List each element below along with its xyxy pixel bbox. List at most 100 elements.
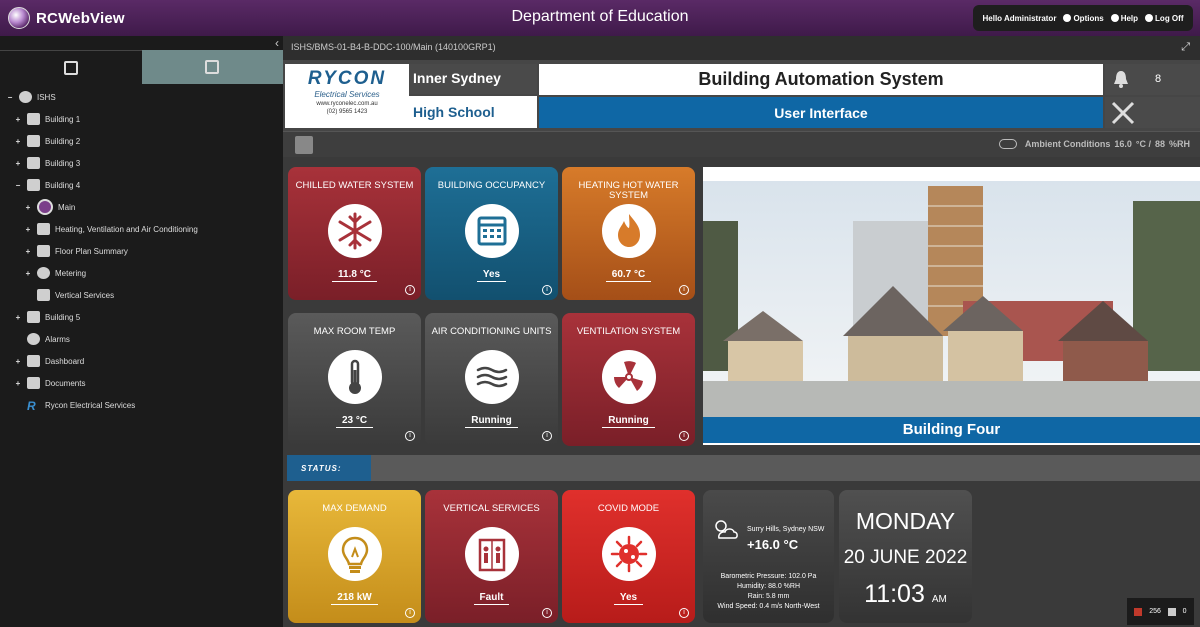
building-icon [27,179,40,191]
tile-value: 218 kW [331,592,378,605]
meter-icon [37,267,50,279]
tile-covid-mode[interactable]: COVID MODE Yes i [562,490,695,623]
weather-wind: Wind Speed: 0.4 m/s North-West [717,603,820,610]
elevator-icon [465,527,519,581]
tree-item-dashboard[interactable]: + Dashboard [14,352,84,370]
calendar-icon [465,204,519,258]
expand-icon[interactable]: + [14,159,22,168]
calendar-clock-icon[interactable] [295,136,313,154]
weather-rain: Rain: 5.8 mm [747,593,790,600]
alarm-flag-icon [1134,607,1143,616]
tile-chilled-water[interactable]: CHILLED WATER SYSTEM 11.8 °C i [288,167,421,300]
expand-icon[interactable]: + [24,203,32,212]
hvac-icon [37,223,50,235]
virus-icon [602,527,656,581]
building-icon [27,135,40,147]
tile-heating-hot-water[interactable]: HEATING HOT WATER SYSTEM 60.7 °C i [562,167,695,300]
tile-vertical-services[interactable]: VERTICAL SERVICES Fault i [425,490,558,623]
building-icon [27,157,40,169]
fullscreen-icon[interactable]: ⤢ [1181,41,1190,54]
tree-item-building-5[interactable]: + Building 5 [14,308,80,326]
info-icon[interactable]: i [542,431,552,441]
fan-icon [602,350,656,404]
ambient-bar: Ambient Conditions 16.0 °C / 88 %RH [283,131,1200,157]
expand-icon[interactable]: + [24,269,32,278]
collapse-icon[interactable]: − [6,93,14,102]
tree-item-vertical-services[interactable]: Vertical Services [24,286,114,304]
tree-item-building-3[interactable]: + Building 3 [14,154,80,172]
tree-item-main[interactable]: + Main [24,198,75,216]
globe-node-icon [19,91,32,103]
tree-item-hvac[interactable]: + Heating, Ventilation and Air Conditioni… [24,220,198,238]
tree-item-rycon[interactable]: R Rycon Electrical Services [14,396,135,414]
weekday: MONDAY [855,508,956,534]
dashboard-icon [27,355,40,367]
tree-root-ishs[interactable]: − ISHS [6,88,56,106]
info-icon[interactable]: i [542,285,552,295]
tile-ventilation[interactable]: VENTILATION SYSTEM Running i [562,313,695,446]
tree-item-building-1[interactable]: + Building 1 [14,110,80,128]
info-icon[interactable]: i [679,608,689,618]
info-icon[interactable]: i [405,285,415,295]
weather-widget: Surry Hills, Sydney NSW +16.0 °C Baromet… [703,490,834,623]
info-icon[interactable]: i [679,431,689,441]
tab-search[interactable] [0,50,142,84]
expand-icon[interactable]: + [14,313,22,322]
weather-pressure: Barometric Pressure: 102.0 Pa [720,573,817,580]
tools-button[interactable] [1105,97,1200,128]
expand-icon[interactable]: + [14,137,22,146]
date: 20 JUNE 2022 [843,547,968,568]
user-greeting: Hello Administrator [982,13,1057,23]
expand-icon[interactable]: + [14,357,22,366]
tree-item-building-2[interactable]: + Building 2 [14,132,80,150]
help-icon [1110,13,1119,22]
elevator-node-icon [37,289,50,301]
tile-air-conditioning[interactable]: AIR CONDITIONING UNITS Running i [425,313,558,446]
expand-icon[interactable]: + [24,225,32,234]
expand-icon[interactable]: + [14,115,22,124]
building-icon [27,113,40,125]
tile-value: Running [465,415,518,428]
tree-item-metering[interactable]: + Metering [24,264,86,282]
session-counter: 256 0 [1127,598,1194,625]
status-bar: STATUS: [287,455,1200,481]
header-band: RYCON Electrical Services www.ryconelec.… [283,60,1200,131]
thermometer-icon [328,350,382,404]
flame-icon [602,204,656,258]
expand-icon[interactable]: + [24,247,32,256]
tile-value: 11.8 °C [332,269,377,282]
user-count-icon [1167,607,1176,616]
site-name-line-1: Inner Sydney [409,64,537,94]
building-photo [703,181,1200,417]
logoff-link[interactable]: Log Off [1145,13,1183,23]
tile-value: 60.7 °C [605,269,652,282]
site-name-line-2: High School [409,96,537,128]
top-bar: RCWebView Department of Education Hello … [0,0,1200,36]
snowflake-icon [328,204,382,258]
info-icon[interactable]: i [679,285,689,295]
tree-item-building-4[interactable]: − Building 4 [14,176,80,194]
airflow-icon [465,350,519,404]
tree-item-documents[interactable]: + Documents [14,374,85,392]
tile-building-occupancy[interactable]: BUILDING OCCUPANCY Yes i [425,167,558,300]
info-icon[interactable]: i [405,608,415,618]
collapse-icon[interactable]: − [14,181,22,190]
tile-value: Yes [613,592,644,605]
breadcrumb: ISHS/BMS-01-B4-B-DDC-100/Main (140100GRP… [283,36,1200,60]
tab-tree[interactable] [141,50,283,84]
tile-max-demand[interactable]: MAX DEMAND 218 kW i [288,490,421,623]
info-icon[interactable]: i [542,608,552,618]
alarm-indicator[interactable]: 8 [1105,64,1200,95]
tree-item-alarms[interactable]: Alarms [14,330,70,348]
info-icon[interactable]: i [405,431,415,441]
tile-max-room-temp[interactable]: MAX ROOM TEMP 23 °C i [288,313,421,446]
cloud-icon [998,139,1017,149]
weather-temp: +16.0 °C [747,537,799,552]
collapse-sidebar-icon[interactable]: ‹ [275,36,279,50]
breadcrumb-path: ISHS/BMS-01-B4-B-DDC-100/Main (140100GRP… [291,42,496,52]
options-link[interactable]: Options [1063,13,1104,23]
help-link[interactable]: Help [1110,13,1138,23]
tree-item-floor-plan[interactable]: + Floor Plan Summary [24,242,128,260]
options-icon [1063,13,1072,22]
expand-icon[interactable]: + [14,379,22,388]
